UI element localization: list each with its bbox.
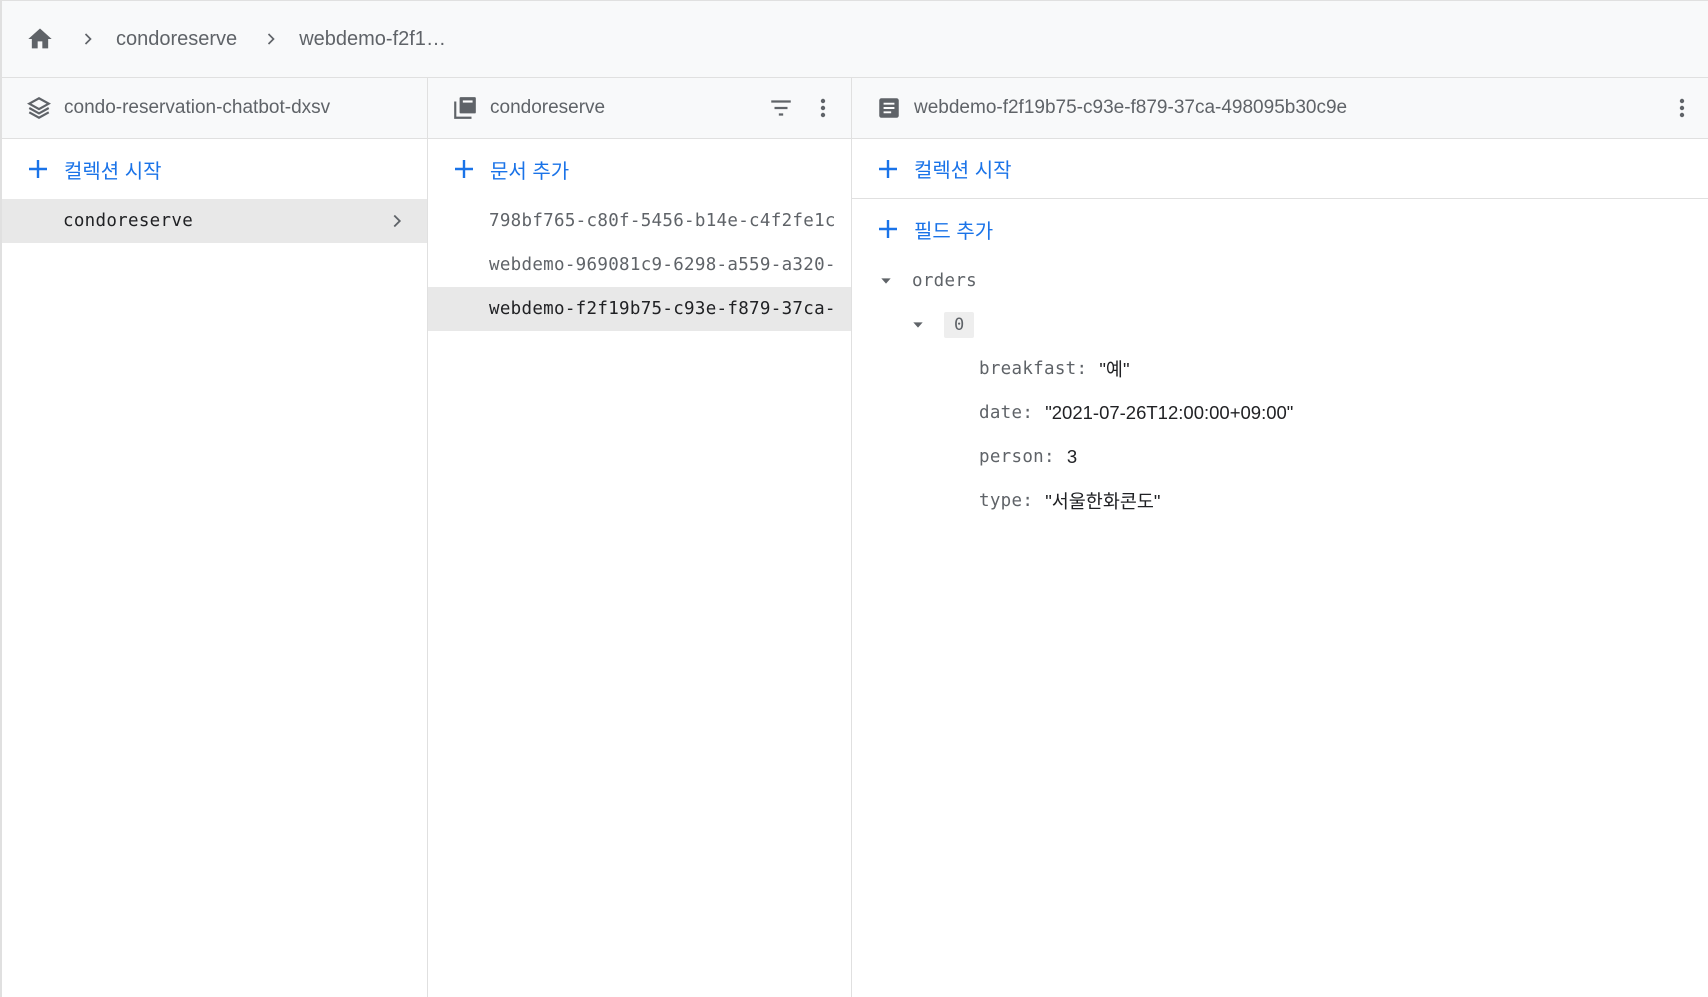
document-id: 798bf765-c80f-5456-b14e-c4f2fe1c [489, 211, 836, 231]
field-row-person[interactable]: person: 3 [852, 435, 1708, 479]
plus-icon [24, 155, 52, 183]
start-collection-button[interactable]: 컬렉션 시작 [852, 139, 1708, 199]
document-panel: webdemo-f2f19b75-c93e-f879-37ca-498095b3… [852, 78, 1708, 997]
document-title: webdemo-f2f19b75-c93e-f879-37ca-498095b3… [914, 97, 1348, 118]
field-row-type[interactable]: type: "서울한화콘도" [852, 479, 1708, 523]
chevron-right-icon [261, 29, 281, 49]
document-id: webdemo-f2f19b75-c93e-f879-37ca- [489, 299, 836, 319]
document-panel-header: webdemo-f2f19b75-c93e-f879-37ca-498095b3… [852, 78, 1708, 139]
array-index-chip: 0 [944, 312, 975, 338]
project-stack-icon [26, 95, 52, 121]
document-list-item-selected[interactable]: webdemo-f2f19b75-c93e-f879-37ca- [428, 287, 851, 331]
field-value: 3 [1066, 446, 1078, 467]
filter-icon[interactable] [767, 94, 795, 122]
project-panel-header: condo-reservation-chatbot-dxsv [2, 78, 427, 139]
collection-title: condoreserve [490, 97, 606, 118]
field-key: breakfast: [979, 359, 1088, 379]
start-collection-button[interactable]: 컬렉션 시작 [2, 139, 427, 199]
add-document-label: 문서 추가 [490, 160, 570, 183]
field-key: person: [979, 447, 1055, 467]
breadcrumb-item-collection[interactable]: condoreserve [116, 28, 237, 51]
plus-icon [874, 215, 902, 243]
array-index-row: 0 [852, 303, 1708, 347]
document-list-item[interactable]: 798bf765-c80f-5456-b14e-c4f2fe1c [428, 199, 851, 243]
breadcrumb: condoreserve webdemo-f2f19… [2, 1, 1708, 78]
collection-panel: condoreserve 문서 추가 798bf765-c80f-5456-b1… [428, 78, 852, 997]
collection-panel-header: condoreserve [428, 78, 851, 139]
document-list-item[interactable]: webdemo-969081c9-6298-a559-a320- [428, 243, 851, 287]
field-value: "2021-07-26T12:00:00+09:00" [1045, 402, 1294, 423]
document-icon [876, 95, 902, 121]
caret-down-icon[interactable] [908, 315, 928, 335]
field-row-date[interactable]: date: "2021-07-26T12:00:00+09:00" [852, 391, 1708, 435]
home-icon[interactable] [26, 25, 54, 53]
project-title: condo-reservation-chatbot-dxsv [64, 97, 331, 118]
caret-down-icon[interactable] [876, 271, 896, 291]
field-key: type: [979, 491, 1034, 511]
field-value: "예" [1099, 359, 1130, 380]
document-id: webdemo-969081c9-6298-a559-a320- [489, 255, 836, 275]
plus-icon [450, 155, 478, 183]
add-document-button[interactable]: 문서 추가 [428, 139, 851, 199]
field-key: date: [979, 403, 1034, 423]
chevron-right-icon [385, 209, 409, 233]
project-panel: condo-reservation-chatbot-dxsv 컬렉션 시작 co… [2, 78, 428, 997]
chevron-right-icon [78, 29, 98, 49]
field-row-orders: orders [852, 259, 1708, 303]
plus-icon [874, 155, 902, 183]
collection-name: condoreserve [63, 211, 194, 231]
add-field-button[interactable]: 필드 추가 [852, 199, 1708, 259]
collection-icon [452, 95, 478, 121]
firestore-data-viewer: condoreserve webdemo-f2f19… condo-reserv… [0, 0, 1708, 997]
start-collection-label: 컬렉션 시작 [914, 160, 1012, 182]
add-field-label: 필드 추가 [914, 220, 994, 243]
field-value: "서울한화콘도" [1045, 491, 1161, 512]
field-tree: orders 0 breakfast: "예" date: "2021-07-2… [852, 259, 1708, 523]
more-vert-icon[interactable] [1668, 94, 1696, 122]
collection-list-item[interactable]: condoreserve [2, 199, 427, 243]
breadcrumb-item-document[interactable]: webdemo-f2f19… [299, 28, 449, 51]
field-key: orders [912, 271, 978, 291]
more-vert-icon[interactable] [809, 94, 837, 122]
field-row-breakfast[interactable]: breakfast: "예" [852, 347, 1708, 391]
start-collection-label: 컬렉션 시작 [64, 160, 162, 183]
